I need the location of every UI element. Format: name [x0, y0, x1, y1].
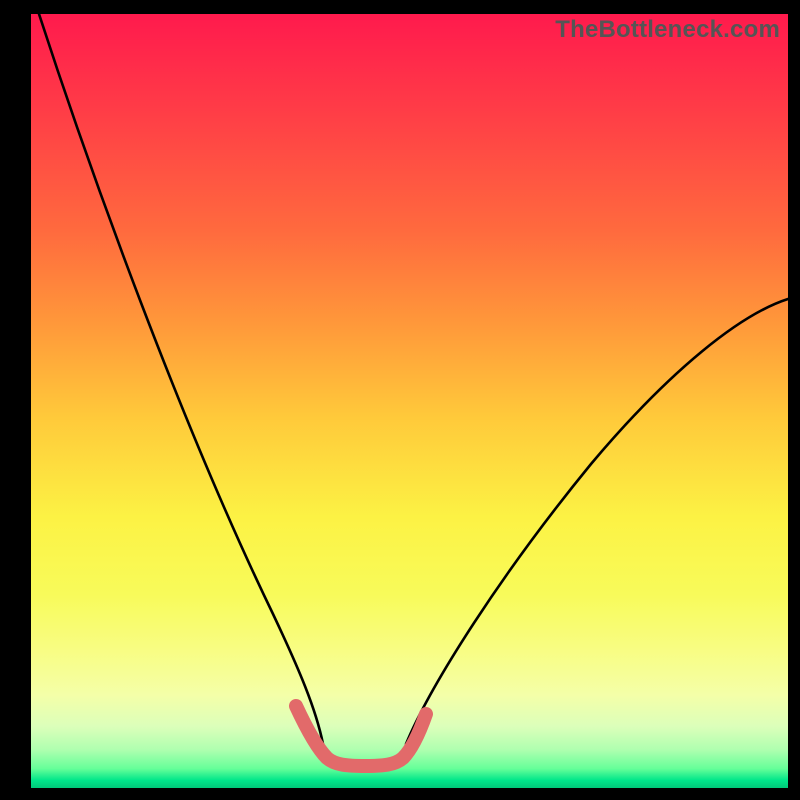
curve-left-branch [39, 14, 323, 744]
watermark-text: TheBottleneck.com [555, 16, 780, 44]
chart-curves [31, 14, 788, 788]
chart-frame: TheBottleneck.com [0, 0, 800, 800]
curve-right-branch [406, 299, 788, 744]
